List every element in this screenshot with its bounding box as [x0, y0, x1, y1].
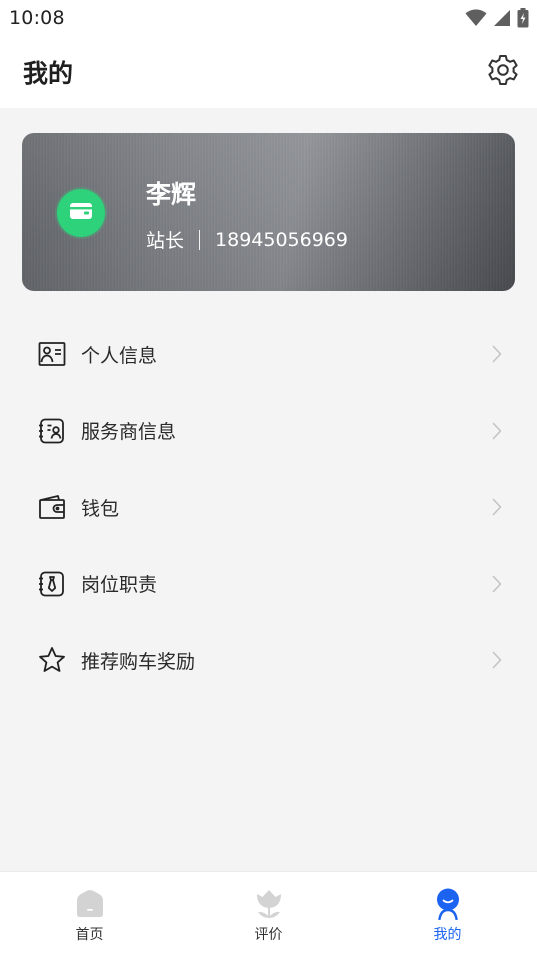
- menu-item-label: 服务商信息: [81, 421, 177, 444]
- chevron-right-icon: [489, 496, 505, 518]
- wifi-icon: [465, 9, 487, 27]
- menu-item-label: 推荐购车奖励: [81, 650, 196, 673]
- user-name: 李辉: [146, 180, 197, 209]
- wallet-card-icon: [69, 201, 93, 225]
- provider-profile-icon: [38, 417, 66, 445]
- app-header: 我的: [0, 36, 537, 108]
- user-role: 站长: [146, 230, 185, 252]
- settings-button[interactable]: [485, 54, 521, 90]
- tab-home[interactable]: 首页: [0, 872, 179, 956]
- avatar: [57, 189, 105, 237]
- wallet-icon: [38, 493, 66, 521]
- star-icon: [38, 646, 66, 674]
- chevron-right-icon: [489, 573, 505, 595]
- battery-charging-icon: [517, 8, 529, 28]
- menu-item-label: 岗位职责: [81, 574, 158, 597]
- gear-icon: [486, 53, 520, 91]
- menu-item-wallet[interactable]: 钱包: [0, 469, 537, 546]
- user-phone: 18945056969: [215, 228, 348, 251]
- menu-item-referral-reward[interactable]: 推荐购车奖励: [0, 622, 537, 699]
- status-time: 10:08: [9, 7, 65, 29]
- bottom-tab-bar: 首页 评价 我的: [0, 871, 537, 956]
- meta-divider: [199, 229, 201, 250]
- tulip-icon: [253, 888, 285, 920]
- home-icon: [74, 888, 106, 920]
- job-duty-icon: [38, 570, 66, 598]
- menu-item-personal-info[interactable]: 个人信息: [0, 316, 537, 393]
- tab-label: 首页: [75, 927, 104, 943]
- status-bar: 10:08: [0, 0, 537, 36]
- tab-mine[interactable]: 我的: [358, 872, 537, 956]
- menu-list: 个人信息 服务商信息 钱包 岗位职责 推荐购车奖励: [0, 316, 537, 699]
- tab-label: 我的: [433, 927, 462, 943]
- menu-item-job-duties[interactable]: 岗位职责: [0, 546, 537, 623]
- chevron-right-icon: [489, 420, 505, 442]
- menu-item-label: 个人信息: [81, 344, 158, 367]
- user-icon: [432, 888, 464, 920]
- page-title: 我的: [23, 59, 74, 88]
- menu-item-provider-info[interactable]: 服务商信息: [0, 393, 537, 470]
- menu-item-label: 钱包: [81, 497, 120, 520]
- tab-label: 评价: [254, 927, 283, 943]
- profile-card[interactable]: 李辉 站长 18945056969: [22, 133, 515, 291]
- cellular-signal-icon: [493, 9, 511, 27]
- chevron-right-icon: [489, 343, 505, 365]
- status-icons: [465, 8, 529, 28]
- chevron-right-icon: [489, 649, 505, 671]
- tab-review[interactable]: 评价: [179, 872, 358, 956]
- id-card-icon: [38, 340, 66, 368]
- user-meta: 站长 18945056969: [146, 226, 348, 253]
